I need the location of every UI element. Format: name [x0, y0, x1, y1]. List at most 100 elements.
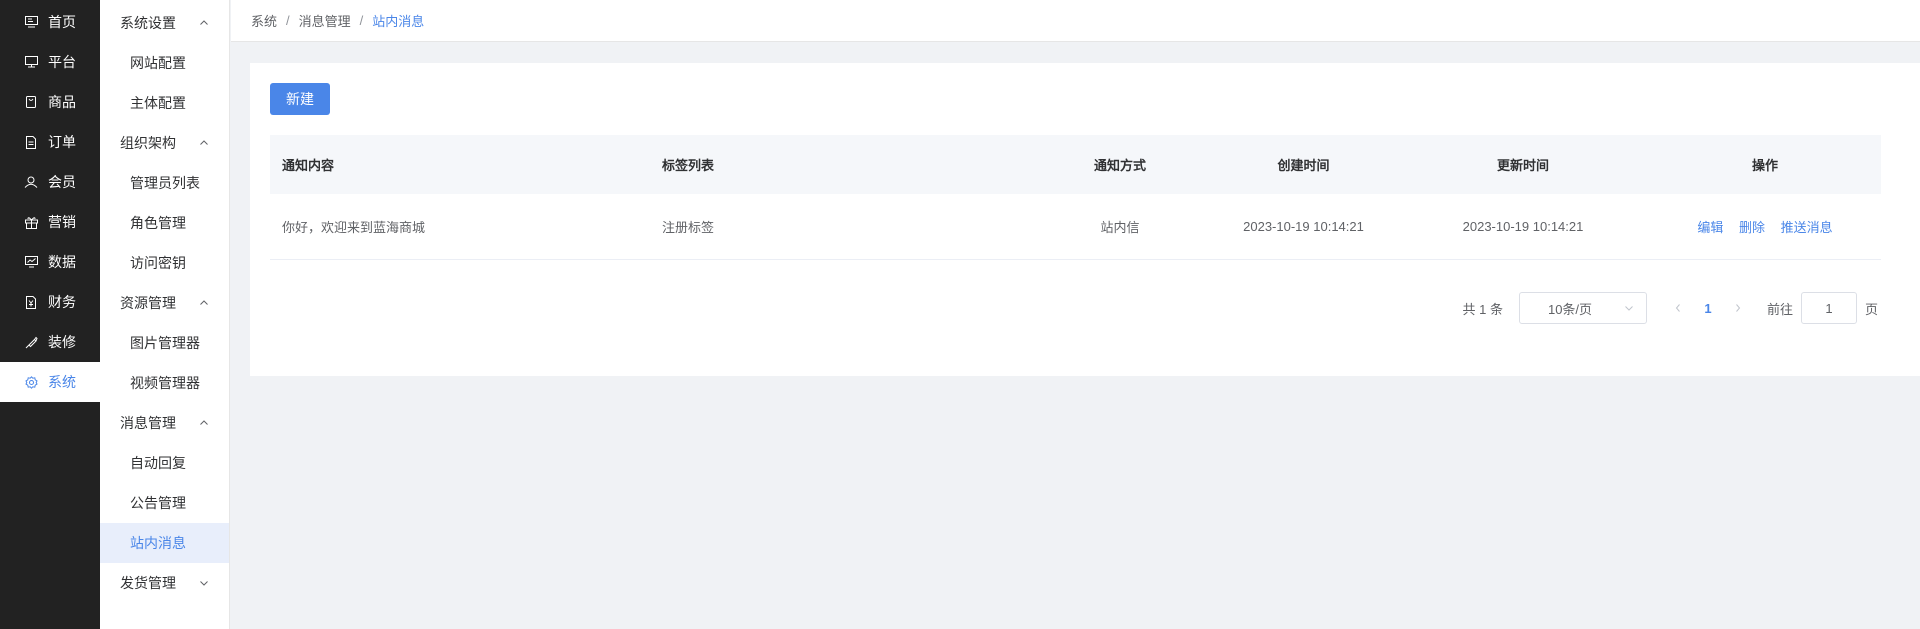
sidebar-item-access-keys[interactable]: 访问密钥 — [100, 243, 229, 283]
item-label: 网站配置 — [130, 55, 186, 71]
sidebar-item-auto-reply[interactable]: 自动回复 — [100, 443, 229, 483]
group-label: 组织架构 — [120, 135, 176, 151]
goto-page-input[interactable] — [1800, 292, 1857, 324]
group-shipping[interactable]: 发货管理 — [100, 563, 229, 603]
nav-item-system[interactable]: 系统 — [0, 362, 100, 402]
chevron-up-icon — [200, 20, 208, 25]
total-count: 共 1 条 — [1462, 301, 1503, 317]
group-messages[interactable]: 消息管理 — [100, 403, 229, 443]
nav-item-orders[interactable]: 订单 — [0, 122, 100, 162]
messages-table: 通知内容 标签列表 通知方式 创建时间 更新时间 操作 你好，欢迎来到蓝海商城 … — [270, 135, 1881, 260]
users-icon — [24, 175, 38, 189]
breadcrumb-current: 站内消息 — [372, 14, 425, 29]
group-label: 消息管理 — [120, 415, 176, 431]
nav-item-platform[interactable]: 平台 — [0, 42, 100, 82]
goto-suffix: 页 — [1864, 301, 1878, 317]
goto-page: 前往 页 — [1767, 292, 1878, 324]
cell-actions: 编辑 删除 推送消息 — [1649, 194, 1881, 259]
item-label: 自动回复 — [130, 455, 186, 471]
chevron-down-icon — [200, 581, 208, 586]
breadcrumb-separator: / — [286, 13, 290, 28]
pagination: 共 1 条 10条/页 1 前往 页 — [1462, 292, 1878, 324]
edit-link[interactable]: 编辑 — [1697, 220, 1723, 235]
group-organization[interactable]: 组织架构 — [100, 123, 229, 163]
sidebar-item-entity-config[interactable]: 主体配置 — [100, 83, 229, 123]
secondary-sidebar: 系统设置 网站配置 主体配置 组织架构 管理员列表 角色管理 访问密钥 资源管理… — [100, 0, 230, 629]
push-message-link[interactable]: 推送消息 — [1781, 220, 1833, 235]
new-button[interactable]: 新建 — [270, 83, 330, 115]
chevron-up-icon — [200, 140, 208, 145]
nav-item-decoration[interactable]: 装修 — [0, 322, 100, 362]
nav-label: 系统 — [48, 374, 76, 390]
group-system-settings[interactable]: 系统设置 — [100, 3, 229, 43]
breadcrumb-messages[interactable]: 消息管理 — [299, 11, 351, 30]
page-size-value: 10条/页 — [1547, 301, 1593, 317]
nav-item-data[interactable]: 数据 — [0, 242, 100, 282]
item-label: 主体配置 — [130, 95, 186, 111]
content-card: 新建 通知内容 标签列表 通知方式 创建时间 更新时间 操作 你好，欢迎来到蓝海… — [250, 63, 1920, 376]
chevron-right-icon — [1736, 303, 1741, 312]
gear-icon — [24, 375, 38, 389]
sidebar-item-roles[interactable]: 角色管理 — [100, 203, 229, 243]
prev-page-button[interactable] — [1663, 301, 1693, 316]
nav-label: 平台 — [48, 54, 76, 70]
breadcrumb-system[interactable]: 系统 — [251, 11, 277, 30]
next-page-button[interactable] — [1723, 301, 1753, 316]
sidebar-item-video-manager[interactable]: 视频管理器 — [100, 363, 229, 403]
cell-tags: 注册标签 — [662, 219, 715, 235]
page-size-select[interactable]: 10条/页 — [1518, 292, 1647, 324]
cell-updated: 2023-10-19 10:14:21 — [1462, 218, 1584, 234]
page-number[interactable]: 1 — [1693, 301, 1723, 316]
sidebar-item-image-manager[interactable]: 图片管理器 — [100, 323, 229, 363]
col-header-created: 创建时间 — [1277, 158, 1330, 173]
nav-label: 装修 — [48, 334, 76, 350]
item-label: 管理员列表 — [130, 175, 200, 191]
nav-item-home[interactable]: 首页 — [0, 2, 100, 42]
nav-label: 订单 — [48, 134, 76, 150]
nav-item-products[interactable]: 商品 — [0, 82, 100, 122]
item-label: 视频管理器 — [130, 375, 200, 391]
gift-icon — [24, 215, 38, 229]
finance-icon — [24, 295, 38, 309]
document-icon — [24, 135, 38, 149]
nav-label: 商品 — [48, 94, 76, 110]
sidebar-item-site-messages[interactable]: 站内消息 — [100, 523, 229, 563]
table-header-row: 通知内容 标签列表 通知方式 创建时间 更新时间 操作 — [270, 135, 1881, 194]
col-header-content: 通知内容 — [282, 158, 335, 173]
chart-icon — [24, 255, 38, 269]
primary-sidebar: 首页 平台 商品 订单 会员 营销 数据 财务 装修 系统 — [0, 0, 100, 629]
cell-created: 2023-10-19 10:14:21 — [1243, 218, 1364, 234]
item-label: 图片管理器 — [130, 335, 200, 351]
chevron-up-icon — [200, 420, 208, 425]
nav-item-marketing[interactable]: 营销 — [0, 202, 100, 242]
chevron-down-icon — [1625, 306, 1633, 311]
cell-method: 站内信 — [1100, 219, 1140, 235]
bag-icon — [24, 95, 38, 109]
group-resources[interactable]: 资源管理 — [100, 283, 229, 323]
item-label: 角色管理 — [130, 215, 186, 231]
nav-item-members[interactable]: 会员 — [0, 162, 100, 202]
breadcrumb: 系统 / 消息管理 / 站内消息 — [231, 0, 1920, 42]
cell-content: 你好，欢迎来到蓝海商城 — [282, 219, 426, 235]
group-label: 资源管理 — [120, 295, 176, 311]
breadcrumb-separator: / — [359, 13, 364, 28]
group-label: 发货管理 — [120, 575, 176, 591]
sidebar-item-admin-list[interactable]: 管理员列表 — [100, 163, 229, 203]
col-header-updated: 更新时间 — [1496, 158, 1549, 173]
sidebar-item-announcements[interactable]: 公告管理 — [100, 483, 229, 523]
nav-label: 营销 — [48, 214, 76, 230]
delete-link[interactable]: 删除 — [1739, 220, 1765, 235]
chevron-up-icon — [200, 300, 208, 305]
item-label: 公告管理 — [130, 495, 186, 511]
monitor-icon — [24, 15, 38, 29]
sidebar-item-site-config[interactable]: 网站配置 — [100, 43, 229, 83]
item-label: 站内消息 — [130, 535, 186, 551]
nav-label: 会员 — [48, 174, 76, 190]
item-label: 访问密钥 — [130, 255, 186, 271]
chevron-left-icon — [1675, 303, 1680, 312]
goto-prefix: 前往 — [1766, 301, 1793, 317]
col-header-tags: 标签列表 — [662, 158, 715, 173]
nav-item-finance[interactable]: 财务 — [0, 282, 100, 322]
col-header-actions: 操作 — [1751, 158, 1778, 173]
display-icon — [24, 55, 38, 69]
